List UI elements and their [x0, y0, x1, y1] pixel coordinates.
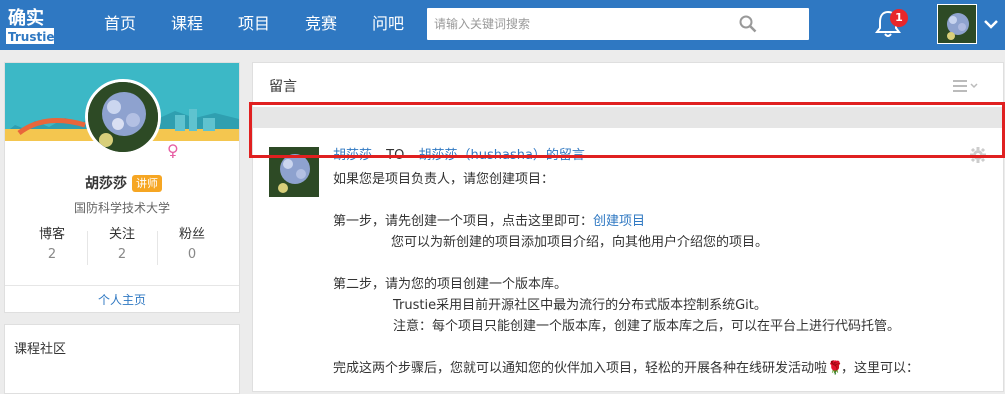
stat-label: 粉丝: [178, 227, 205, 242]
stat-blogs[interactable]: 博客 2: [17, 225, 87, 265]
nav-contests[interactable]: 竞赛: [305, 0, 337, 50]
final-text: 完成这两个步骤后，您就可以通知您的伙伴加入项目，轻松的开展各种在线研发活动啦: [333, 361, 828, 376]
stat-label: 博客: [38, 227, 65, 242]
message-line: 完成这两个步骤后，您就可以通知您的伙伴加入项目，轻松的开展各种在线研发活动啦🌹，…: [333, 358, 993, 379]
stat-value: 2: [47, 247, 57, 262]
message-line: 如果您是项目负责人，请您创建项目：: [333, 172, 555, 187]
top-navbar: 确实 Trustie 首页 课程 项目 竞赛 问吧 请输入关键词搜索 1: [0, 0, 1005, 50]
stat-followers[interactable]: 粉丝 0: [157, 225, 227, 265]
profile-home-link[interactable]: 个人主页: [5, 285, 239, 313]
role-badge: 讲师: [132, 175, 162, 192]
search-box[interactable]: 请输入关键词搜索: [427, 8, 809, 40]
message-line: 第一步，请先创建一个项目，点击这里即可：创建项目: [333, 211, 993, 232]
profile-card: ♀ 胡莎莎 讲师 国防科学技术大学 博客 2 关注 2 粉丝 0 个人主页: [4, 62, 240, 313]
rose-icon: 🌹: [827, 361, 844, 376]
user-avatar[interactable]: [937, 4, 977, 44]
highlight-box: [249, 102, 1005, 158]
chevron-down-icon[interactable]: [983, 18, 999, 33]
profile-avatar[interactable]: [85, 79, 161, 155]
message-line: 您可以为新创建的项目添加项目介绍，向其他用户介绍您的项目。: [391, 235, 769, 250]
message-body: 如果您是项目负责人，请您创建项目： 第一步，请先创建一个项目，点击这里即可：创建…: [333, 169, 993, 379]
message-line: Trustie采用目前开源社区中最为流行的分布式版本控制系统Git。: [393, 298, 767, 313]
nav-courses[interactable]: 课程: [171, 0, 203, 50]
profile-school: 国防科学技术大学: [73, 201, 170, 215]
nav-forum[interactable]: 问吧: [372, 0, 404, 50]
svg-text:确实: 确实: [8, 7, 44, 29]
female-icon: ♀: [167, 141, 179, 160]
nav-home[interactable]: 首页: [104, 0, 136, 50]
message-line: 第二步，请为您的项目创建一个版本库。: [333, 277, 568, 292]
svg-text:Trustie: Trustie: [8, 30, 54, 44]
stat-value: 2: [117, 247, 127, 262]
create-project-link[interactable]: 创建项目: [593, 214, 645, 229]
menu-icon[interactable]: [953, 79, 979, 97]
profile-name: 胡莎莎: [85, 176, 127, 192]
search-icon[interactable]: [739, 15, 757, 37]
stat-label: 关注: [108, 227, 135, 242]
search-input[interactable]: 请输入关键词搜索: [434, 8, 530, 40]
final-suffix: ，这里可以：: [841, 361, 920, 376]
panel-title: 课程社区: [14, 342, 67, 357]
section-title: 留言: [269, 79, 297, 95]
message-line: 注意：每个项目只能创建一个版本库，创建了版本库之后，可以在平台上进行代码托管。: [393, 319, 901, 334]
notification-badge: 1: [890, 9, 908, 27]
step1-text: 第一步，请先创建一个项目，点击这里即可：: [333, 214, 594, 229]
stat-value: 0: [187, 247, 197, 262]
nav-projects[interactable]: 项目: [238, 0, 270, 50]
profile-stats: 博客 2 关注 2 粉丝 0: [15, 225, 229, 269]
stat-following[interactable]: 关注 2: [87, 225, 157, 265]
course-community-panel: 课程社区: [4, 324, 240, 394]
trustie-logo[interactable]: 确实 Trustie: [5, 3, 55, 47]
